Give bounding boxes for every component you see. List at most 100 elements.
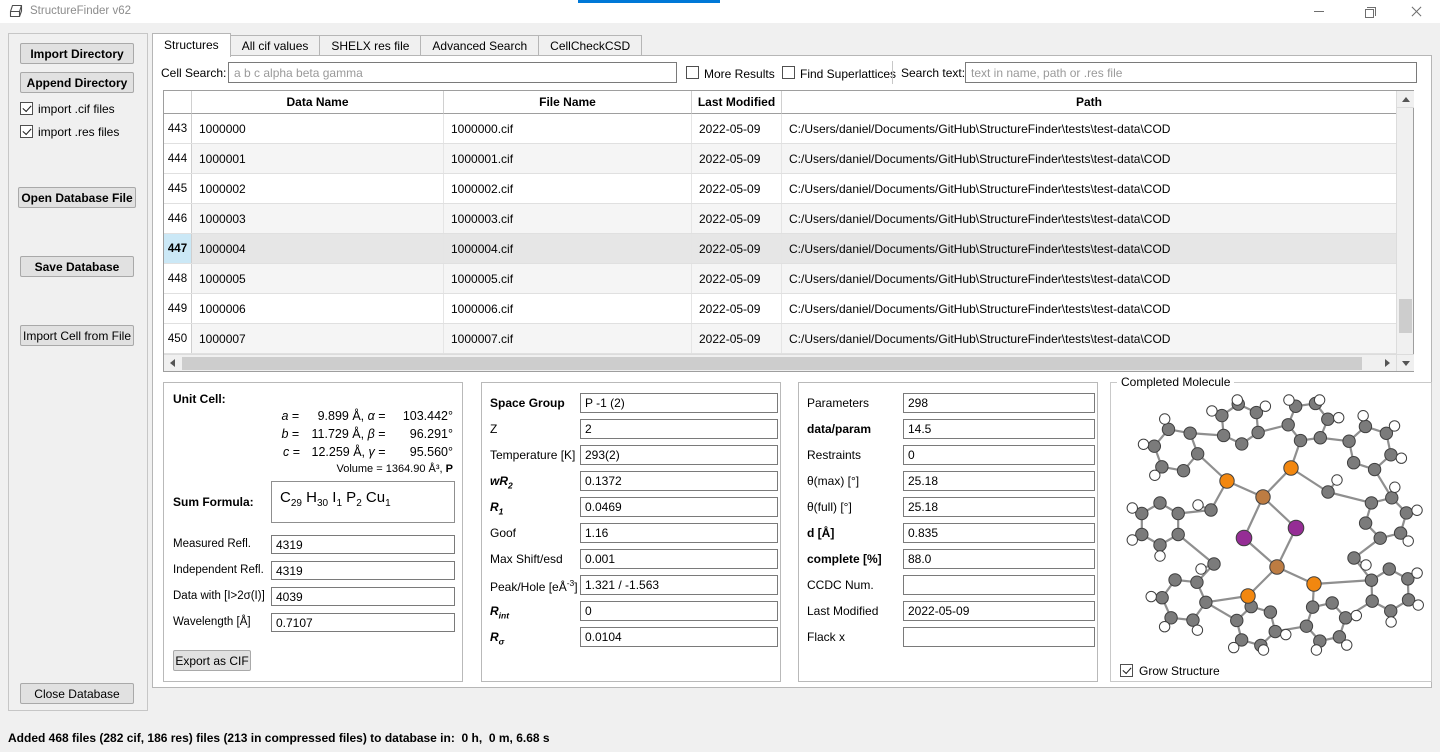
- vertical-scroll-thumb[interactable]: [1399, 299, 1412, 333]
- unit-cell-line: a = 9.899 Å, α = 103.442°: [281, 407, 453, 425]
- column-header-file-name[interactable]: File Name: [444, 91, 692, 114]
- atom-H: [1314, 395, 1324, 405]
- field-input-d[interactable]: [903, 523, 1095, 543]
- field-input-last-modified[interactable]: [903, 601, 1095, 621]
- row-number-header[interactable]: [164, 91, 192, 114]
- atom-C: [1322, 486, 1334, 498]
- field-input-max[interactable]: [903, 471, 1095, 491]
- field-input-r[interactable]: [580, 627, 778, 647]
- field-label-full: θ(full) [°]: [807, 500, 852, 514]
- scroll-down-button[interactable]: [1397, 354, 1414, 371]
- field-label-d: d [Å]: [807, 526, 834, 540]
- table-row[interactable]: 44510000021000002.cif2022-05-09C:/Users/…: [164, 174, 1396, 204]
- field-row: Data with [I>2σ(I)]: [173, 587, 455, 607]
- table-row[interactable]: 44810000051000005.cif2022-05-09C:/Users/…: [164, 264, 1396, 294]
- parameters-panel: Parametersdata/paramRestraintsθ(max) [°]…: [798, 382, 1098, 682]
- atom-H: [1413, 600, 1423, 610]
- tab-advanced-search[interactable]: Advanced Search: [420, 35, 539, 56]
- field-input-full[interactable]: [903, 497, 1095, 517]
- field-input-space-group[interactable]: [580, 393, 778, 413]
- scroll-right-button[interactable]: [1379, 355, 1396, 371]
- field-input-measured-refl[interactable]: [271, 535, 455, 554]
- vertical-scrollbar[interactable]: [1396, 91, 1413, 371]
- data-name-cell: 1000006: [192, 294, 444, 323]
- cell-search-input[interactable]: [228, 62, 677, 83]
- table-row[interactable]: 44610000031000003.cif2022-05-09C:/Users/…: [164, 204, 1396, 234]
- more-results-checkbox[interactable]: [686, 66, 699, 79]
- scroll-left-button[interactable]: [164, 355, 181, 371]
- molecule-viewer[interactable]: [1114, 394, 1428, 656]
- import-res-label: import .res files: [38, 125, 119, 139]
- field-input-temperature-k[interactable]: [580, 445, 778, 465]
- field-input-data-param[interactable]: [903, 419, 1095, 439]
- field-row: θ(max) [°]: [807, 471, 1091, 491]
- import-res-checkbox[interactable]: [20, 125, 33, 138]
- find-superlattices-checkbox[interactable]: [782, 66, 795, 79]
- cell-parameters: a = 9.899 Å, α = 103.442°b = 11.729 Å, β…: [281, 407, 453, 461]
- field-input-r1[interactable]: [580, 497, 778, 517]
- close-button[interactable]: [1399, 0, 1433, 23]
- table-row[interactable]: 44310000001000000.cif2022-05-09C:/Users/…: [164, 114, 1396, 144]
- field-input-independent-refl[interactable]: [271, 561, 455, 580]
- import-cell-button[interactable]: Import Cell from File: [20, 325, 134, 346]
- tab-structures[interactable]: Structures: [152, 33, 231, 57]
- atom-H: [1127, 535, 1137, 545]
- restore-button[interactable]: [1352, 0, 1386, 23]
- table-row[interactable]: 44410000011000001.cif2022-05-09C:/Users/…: [164, 144, 1396, 174]
- minimize-button[interactable]: [1302, 0, 1336, 23]
- field-row: Peak/Hole [eÅ-3]: [490, 575, 774, 595]
- tab-all-cif-values[interactable]: All cif values: [230, 35, 321, 56]
- column-header-data-name[interactable]: Data Name: [192, 91, 444, 114]
- table-row[interactable]: 45010000071000007.cif2022-05-09C:/Users/…: [164, 324, 1396, 354]
- file-name-cell: 1000002.cif: [444, 174, 692, 203]
- open-database-button[interactable]: Open Database File: [18, 187, 136, 208]
- append-directory-button[interactable]: Append Directory: [20, 72, 134, 93]
- field-label-measured-refl: Measured Refl.: [173, 538, 251, 550]
- field-input-wavelength[interactable]: [271, 613, 455, 632]
- text-search-input[interactable]: [965, 62, 1417, 83]
- field-input-complete[interactable]: [903, 549, 1095, 569]
- import-directory-button[interactable]: Import Directory: [20, 43, 134, 64]
- completed-molecule-label: Completed Molecule: [1117, 375, 1234, 389]
- atom-C: [1200, 596, 1212, 608]
- column-header-last-modified[interactable]: Last Modified: [692, 91, 782, 114]
- horizontal-scroll-thumb[interactable]: [182, 357, 1362, 370]
- atom-P: [1220, 474, 1234, 488]
- atom-C: [1294, 434, 1306, 446]
- grow-structure-checkbox[interactable]: [1120, 664, 1133, 677]
- tab-cellcheckcsd[interactable]: CellCheckCSD: [538, 35, 642, 56]
- path-cell: C:/Users/daniel/Documents/GitHub\Structu…: [782, 294, 1396, 323]
- table-row[interactable]: 44910000061000006.cif2022-05-09C:/Users/…: [164, 294, 1396, 324]
- field-input-peak-hole-e[interactable]: [580, 575, 778, 595]
- field-label-temperature-k: Temperature [K]: [490, 448, 575, 462]
- table-row[interactable]: 44710000041000004.cif2022-05-09C:/Users/…: [164, 234, 1396, 264]
- field-input-restraints[interactable]: [903, 445, 1095, 465]
- field-input-parameters[interactable]: [903, 393, 1095, 413]
- field-input-z[interactable]: [580, 419, 778, 439]
- field-row: Flack x: [807, 627, 1091, 647]
- atom-Cu: [1270, 560, 1284, 574]
- import-cif-checkbox[interactable]: [20, 102, 33, 115]
- atom-H: [1207, 406, 1217, 416]
- export-as-cif-button[interactable]: Export as CIF: [173, 650, 251, 671]
- field-input-wr2[interactable]: [580, 471, 778, 491]
- horizontal-scrollbar[interactable]: [164, 354, 1396, 371]
- field-input-rint[interactable]: [580, 601, 778, 621]
- save-database-button[interactable]: Save Database: [20, 256, 134, 277]
- tab-shelx-res-file[interactable]: SHELX res file: [319, 35, 421, 56]
- field-row: wR2: [490, 471, 774, 491]
- field-input-goof[interactable]: [580, 523, 778, 543]
- scroll-up-button[interactable]: [1397, 91, 1414, 108]
- field-input-flack-x[interactable]: [903, 627, 1095, 647]
- field-row: Rint: [490, 601, 774, 621]
- column-header-path[interactable]: Path: [782, 91, 1396, 114]
- atom-C: [1326, 597, 1338, 609]
- close-database-button[interactable]: Close Database: [20, 683, 134, 704]
- field-row: CCDC Num.: [807, 575, 1091, 595]
- field-input-data-with-i-2-i[interactable]: [271, 587, 455, 606]
- atom-H: [1196, 564, 1206, 574]
- atom-C: [1306, 601, 1318, 613]
- field-input-max-shift-esd[interactable]: [580, 549, 778, 569]
- field-input-ccdc-num[interactable]: [903, 575, 1095, 595]
- atom-C: [1366, 595, 1378, 607]
